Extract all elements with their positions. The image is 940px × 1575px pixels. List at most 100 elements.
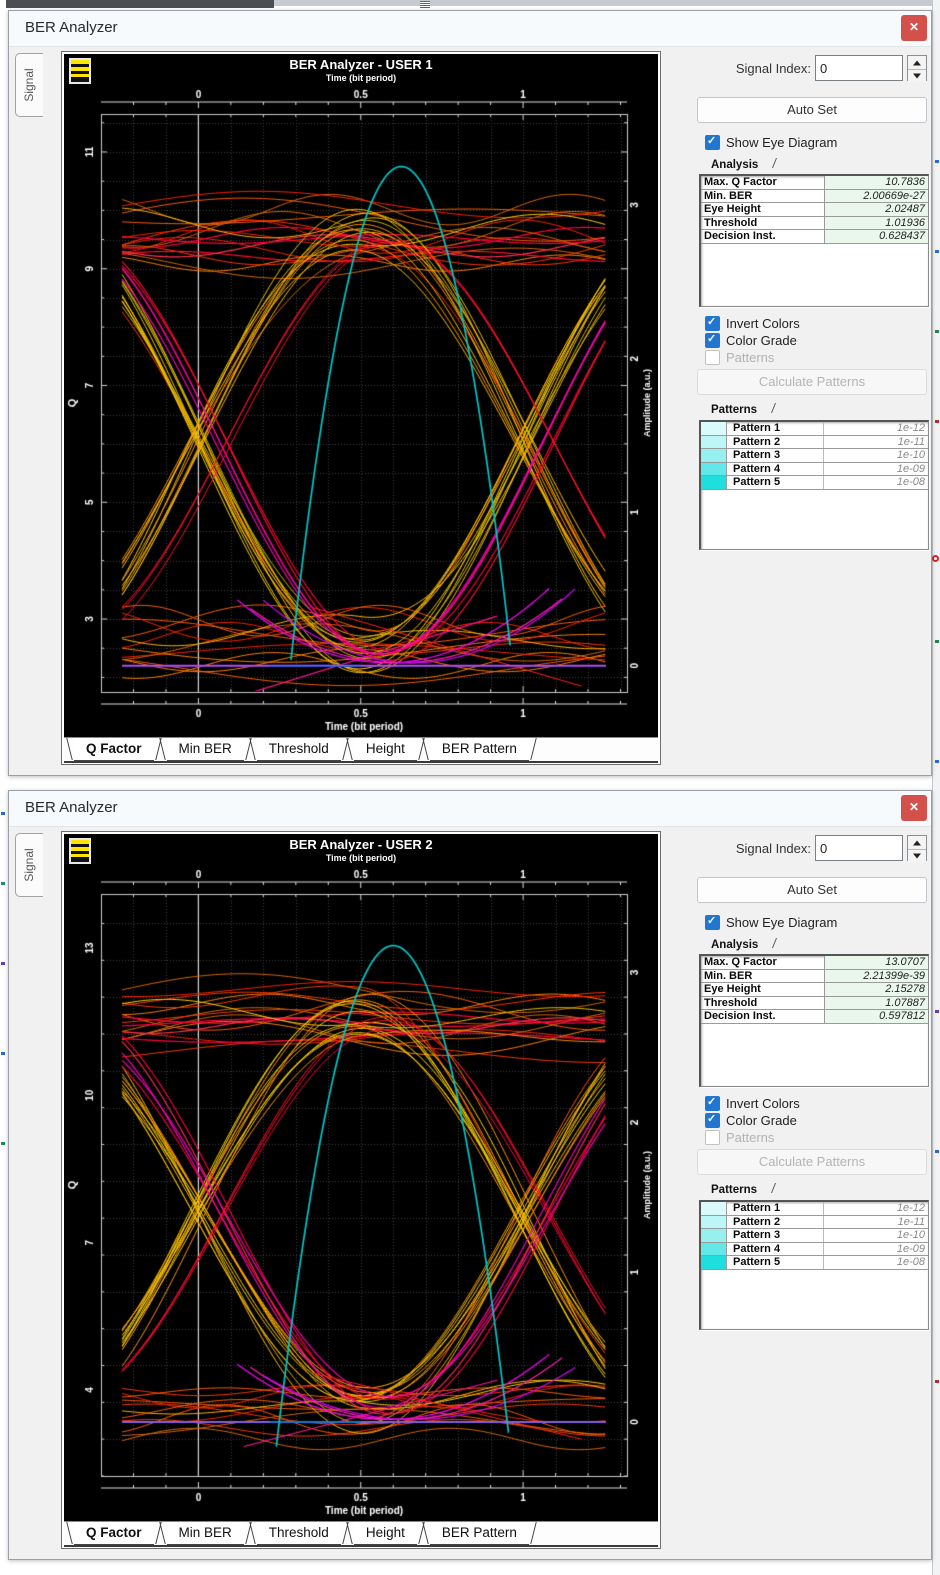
sheet-tab-min-ber[interactable]: Min BER xyxy=(166,738,244,761)
title-bar[interactable]: BER Analyzer xyxy=(9,791,931,827)
pattern-row[interactable]: Pattern 4 1e-09 xyxy=(701,1242,928,1256)
analysis-row-label: Threshold xyxy=(704,216,758,229)
tab-signal[interactable]: Signal xyxy=(15,53,43,117)
sheet-tab-ber-pattern[interactable]: BER Pattern xyxy=(429,738,529,761)
analysis-row-label: Max. Q Factor xyxy=(704,956,777,968)
plot-title: BER Analyzer - USER 1 xyxy=(289,57,433,72)
analysis-row-value: 10.7836 xyxy=(823,176,928,189)
pattern-row[interactable]: Pattern 1 1e-12 xyxy=(701,422,928,436)
pattern-row-value: 1e-08 xyxy=(823,476,928,489)
show-eye-diagram-label: Show Eye Diagram xyxy=(726,915,838,930)
pattern-row-label: Pattern 4 xyxy=(733,1242,781,1255)
pattern-row[interactable]: Pattern 4 1e-09 xyxy=(701,462,928,476)
pattern-color-swatch xyxy=(701,1256,727,1269)
analysis-row[interactable]: Max. Q Factor 13.0707 xyxy=(701,956,928,970)
spinner-up-icon[interactable] xyxy=(908,836,926,849)
analysis-table: Max. Q Factor 10.7836 Min. BER 2.00669e-27 E… xyxy=(699,174,929,307)
analysis-row[interactable]: Eye Height 2.15278 xyxy=(701,983,928,997)
tab-signal[interactable]: Signal xyxy=(15,833,43,897)
checkbox-checked-icon[interactable] xyxy=(705,134,720,150)
pattern-row[interactable]: Pattern 2 1e-11 xyxy=(701,1215,928,1229)
window-title: BER Analyzer xyxy=(25,799,118,816)
plot-subtitle: Time (bit period) xyxy=(325,73,397,83)
sheet-tab-ber-pattern[interactable]: BER Pattern xyxy=(429,1522,529,1545)
pattern-row[interactable]: Pattern 5 1e-08 xyxy=(701,476,928,490)
eye-diagram-canvas[interactable] xyxy=(65,864,657,1518)
analysis-row-label: Min. BER xyxy=(704,969,753,982)
pattern-row-value: 1e-10 xyxy=(823,449,928,462)
pattern-row-label: Pattern 2 xyxy=(733,1215,781,1228)
analysis-row[interactable]: Threshold 1.01936 xyxy=(701,216,928,230)
plot-panel: BER Analyzer - USER 2 Time (bit period) … xyxy=(61,831,661,1549)
show-eye-diagram-label: Show Eye Diagram xyxy=(726,135,838,150)
sheet-tab-threshold[interactable]: Threshold xyxy=(256,1522,341,1545)
pattern-row[interactable]: Pattern 5 1e-08 xyxy=(701,1256,928,1270)
analysis-row[interactable]: Max. Q Factor 10.7836 xyxy=(701,176,928,190)
pattern-row-label: Pattern 2 xyxy=(733,435,781,448)
ber-analyzer-window-2: BER Analyzer Signal BER Analyzer - USER … xyxy=(8,790,932,1560)
tab-analysis[interactable]: Analysis xyxy=(711,938,775,951)
auto-set-button[interactable]: Auto Set xyxy=(697,97,927,123)
pattern-row-label: Pattern 5 xyxy=(733,476,781,488)
analysis-row[interactable]: Decision Inst. 0.597812 xyxy=(701,1010,928,1024)
sheet-tab-q-factor[interactable]: Q Factor xyxy=(74,738,154,761)
background-app-sliver xyxy=(932,0,940,1575)
spinner-up-icon[interactable] xyxy=(908,56,926,69)
checkbox-unchecked-icon[interactable] xyxy=(705,1130,720,1145)
sheet-tab-height[interactable]: Height xyxy=(353,1522,417,1545)
analysis-row[interactable]: Decision Inst. 0.628437 xyxy=(701,230,928,244)
plot-subtitle: Time (bit period) xyxy=(325,853,397,863)
eye-diagram-canvas[interactable] xyxy=(65,84,657,734)
checkbox-checked-icon[interactable] xyxy=(705,332,720,348)
checkbox-unchecked-icon[interactable] xyxy=(705,350,720,365)
close-button[interactable] xyxy=(901,15,927,41)
checkbox-checked-icon[interactable] xyxy=(705,1095,720,1111)
invert-colors-label: Invert Colors xyxy=(726,1096,800,1111)
tab-analysis[interactable]: Analysis xyxy=(711,158,775,171)
sheet-tab-height[interactable]: Height xyxy=(353,738,417,761)
pattern-row[interactable]: Pattern 3 1e-10 xyxy=(701,449,928,463)
sheet-tab-min-ber[interactable]: Min BER xyxy=(166,1522,244,1545)
pattern-row[interactable]: Pattern 2 1e-11 xyxy=(701,435,928,449)
analysis-row[interactable]: Threshold 1.07887 xyxy=(701,996,928,1010)
patterns-table: Pattern 1 1e-12 Pattern 2 1e-11 Pattern 3 1e-… xyxy=(699,1200,929,1330)
analysis-row-label: Max. Q Factor xyxy=(704,176,777,188)
sheet-tab-threshold[interactable]: Threshold xyxy=(256,738,341,761)
spinner-down-icon[interactable] xyxy=(908,69,926,82)
sheet-tab-q-factor[interactable]: Q Factor xyxy=(74,1522,154,1545)
tab-signal-label: Signal xyxy=(22,848,36,882)
window-title: BER Analyzer xyxy=(25,19,118,36)
tab-patterns[interactable]: Patterns xyxy=(711,1183,774,1196)
tab-patterns[interactable]: Patterns xyxy=(711,403,774,416)
signal-index-spinner xyxy=(907,55,927,82)
analysis-row-label: Eye Height xyxy=(704,203,761,215)
graph-options-icon[interactable] xyxy=(69,58,91,84)
signal-index-input[interactable] xyxy=(815,835,903,861)
checkbox-checked-icon[interactable] xyxy=(705,1112,720,1128)
checkbox-checked-icon[interactable] xyxy=(705,315,720,331)
pattern-row[interactable]: Pattern 3 1e-10 xyxy=(701,1229,928,1243)
color-grade-label: Color Grade xyxy=(726,333,797,348)
spinner-down-icon[interactable] xyxy=(908,849,926,862)
title-bar[interactable]: BER Analyzer xyxy=(9,11,931,47)
analysis-table: Max. Q Factor 13.0707 Min. BER 2.21399e-39 E… xyxy=(699,954,929,1087)
calculate-patterns-button[interactable]: Calculate Patterns xyxy=(697,1149,927,1175)
pattern-row-label: Pattern 3 xyxy=(733,1229,781,1241)
pattern-color-swatch xyxy=(701,435,727,448)
background-window-edge xyxy=(274,0,932,6)
analysis-row[interactable]: Min. BER 2.21399e-39 xyxy=(701,969,928,983)
patterns-checkbox-label: Patterns xyxy=(726,350,775,365)
graph-options-icon[interactable] xyxy=(69,838,91,864)
auto-set-button[interactable]: Auto Set xyxy=(697,877,927,903)
pattern-row-label: Pattern 4 xyxy=(733,462,781,475)
pattern-row-value: 1e-11 xyxy=(823,435,928,448)
signal-index-input[interactable] xyxy=(815,55,903,81)
calculate-patterns-button[interactable]: Calculate Patterns xyxy=(697,369,927,395)
pattern-row[interactable]: Pattern 1 1e-12 xyxy=(701,1202,928,1216)
pattern-row-value: 1e-12 xyxy=(823,422,928,435)
analysis-row[interactable]: Min. BER 2.00669e-27 xyxy=(701,189,928,203)
checkbox-checked-icon[interactable] xyxy=(705,914,720,930)
signal-index-label: Signal Index: xyxy=(735,61,811,76)
analysis-row[interactable]: Eye Height 2.02487 xyxy=(701,203,928,217)
close-button[interactable] xyxy=(901,795,927,821)
